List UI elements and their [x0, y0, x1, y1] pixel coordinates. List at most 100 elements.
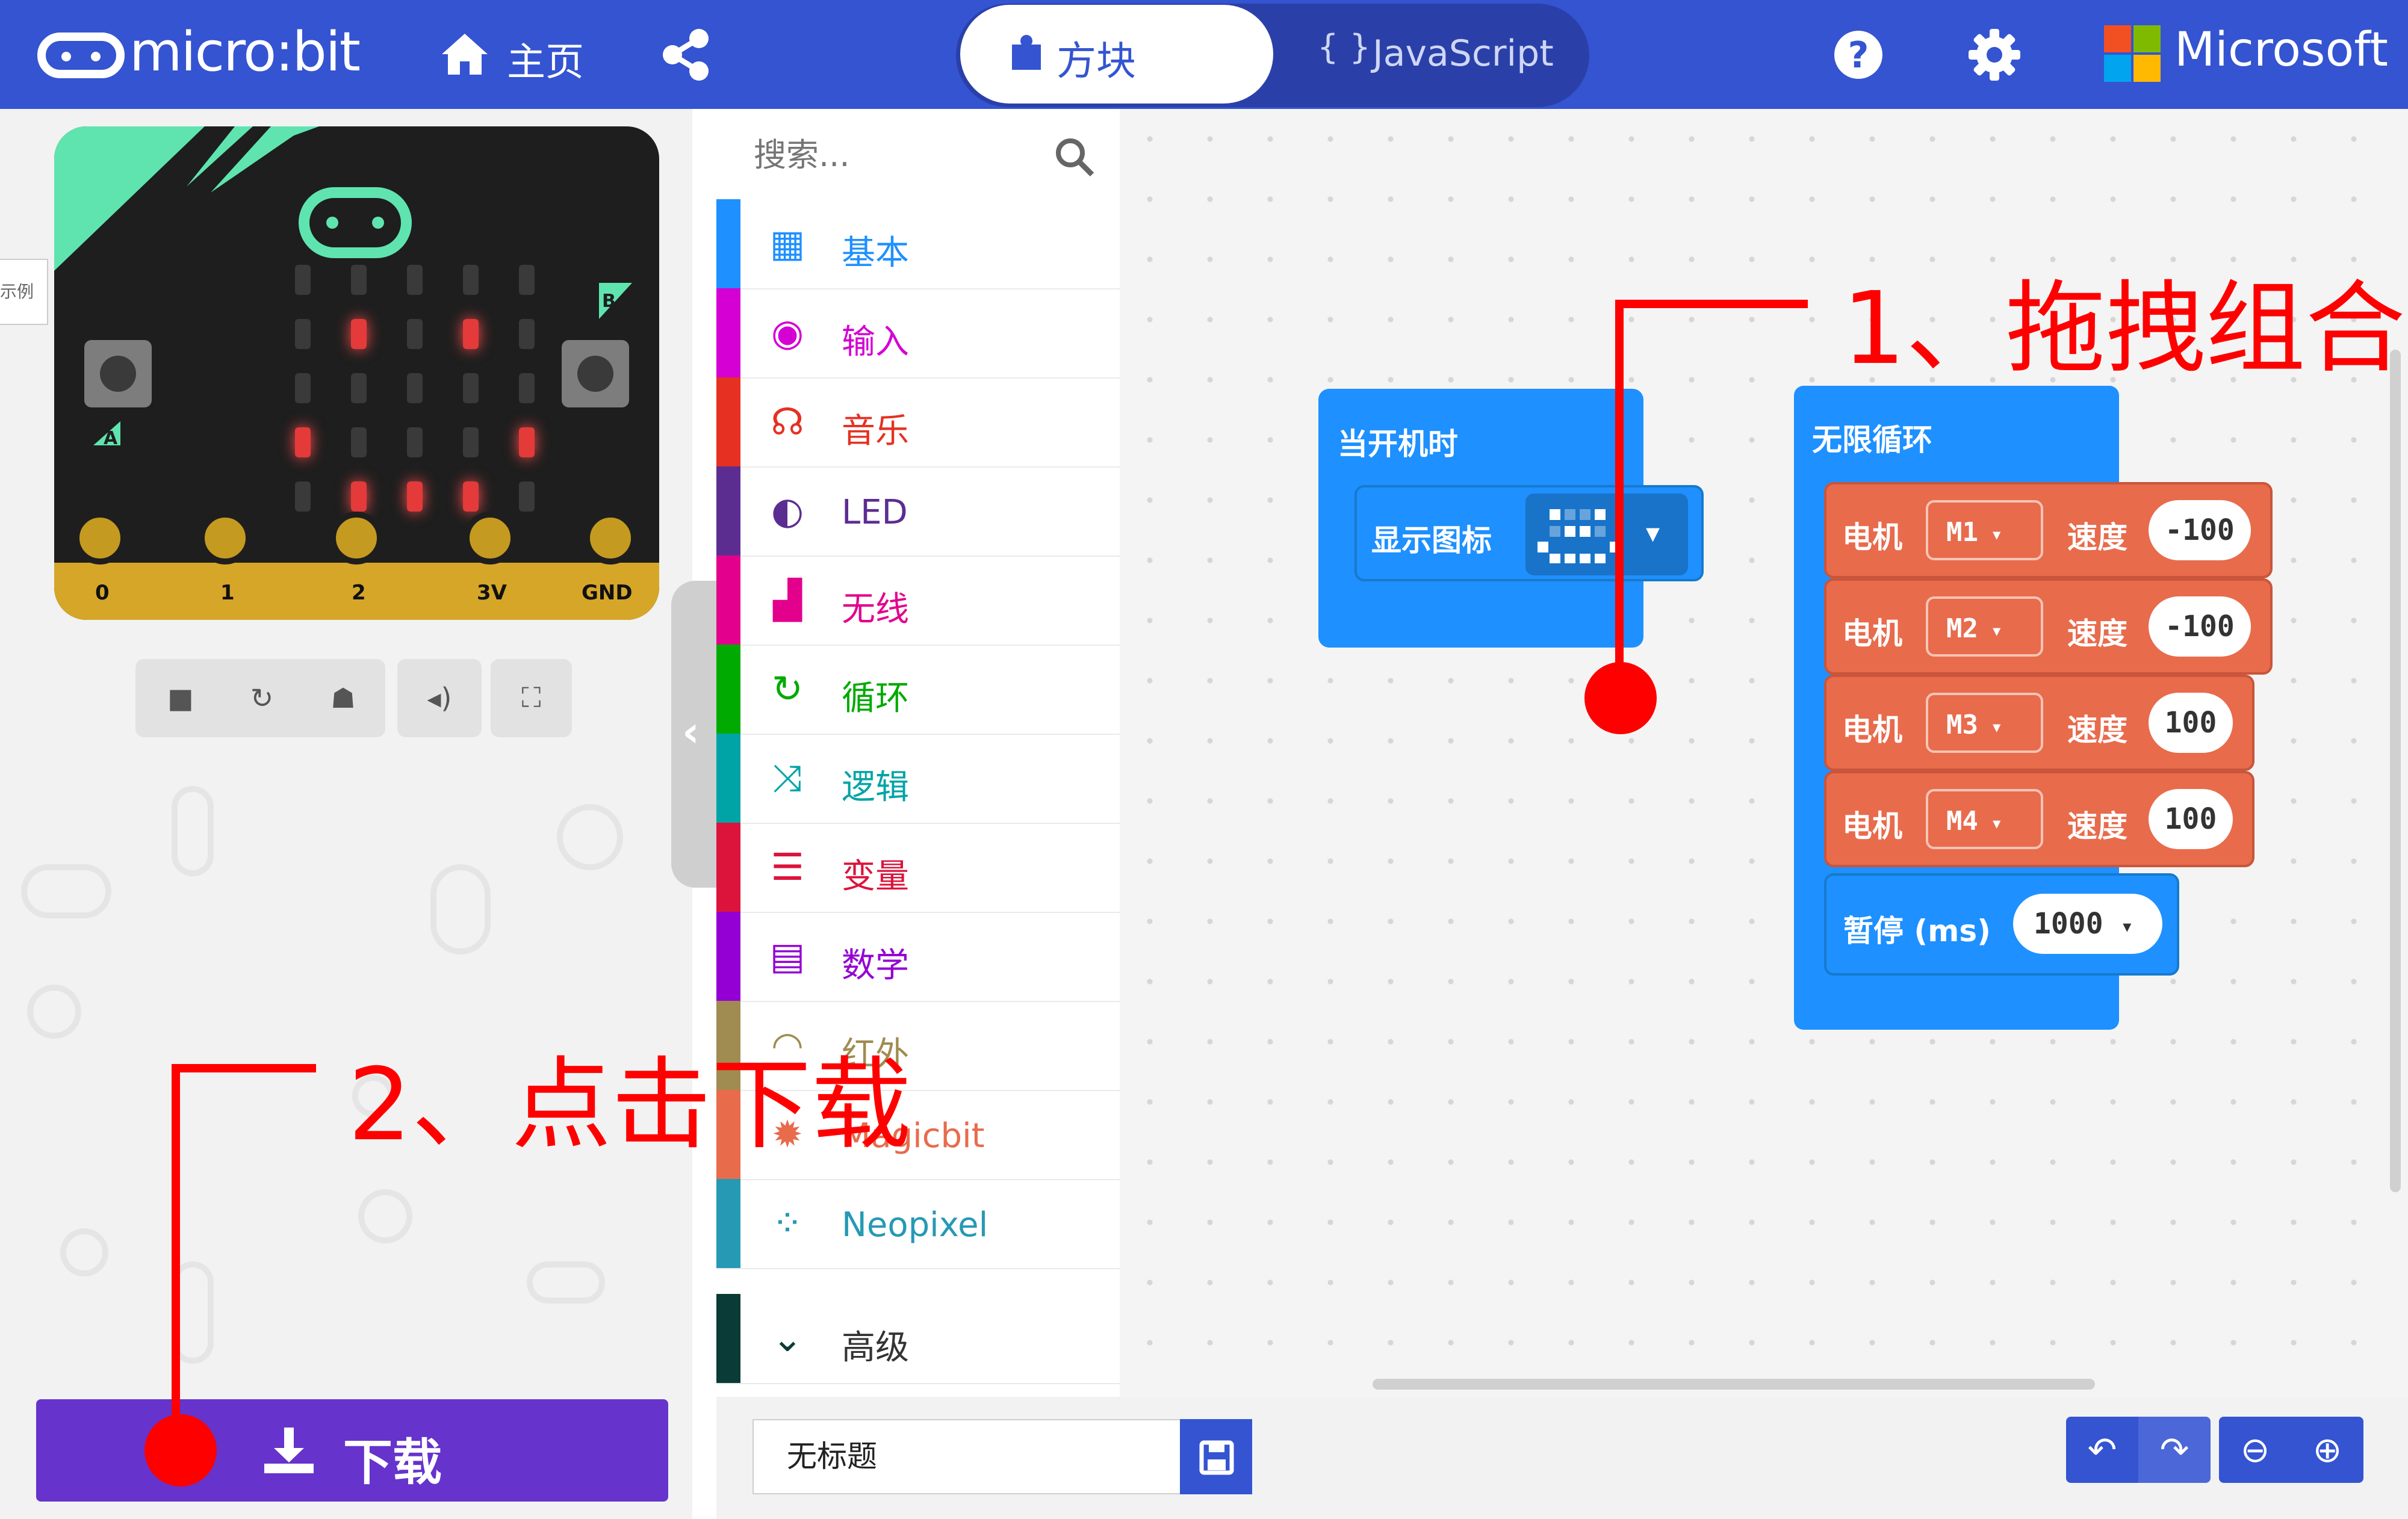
restart-icon: ↻: [250, 682, 274, 714]
search-icon[interactable]: [1054, 136, 1096, 178]
brand-title[interactable]: micro:bit: [129, 20, 361, 84]
redo-icon: ↷: [2159, 1429, 2189, 1470]
motor-block[interactable]: 电机 M1 ▾ 速度 -100: [1824, 482, 2273, 578]
category-输入[interactable]: ◉ 输入: [716, 288, 1120, 379]
microbit-simulator[interactable]: B A 0 1 2 3V GND: [54, 126, 659, 620]
pause-block[interactable]: 暂停 (ms) 1000 ▾: [1824, 873, 2179, 976]
simulator-controls: ■ ↻ ☗: [135, 659, 385, 737]
zoom-out-button[interactable]: ⊖: [2219, 1417, 2291, 1483]
tab-blocks[interactable]: 方块: [960, 5, 1273, 104]
restart-button[interactable]: ↻: [217, 659, 307, 737]
microbit-logo-icon[interactable]: [37, 32, 125, 78]
button-a[interactable]: [84, 340, 152, 407]
led-off: [351, 427, 367, 457]
redo-button[interactable]: ↷: [2138, 1417, 2211, 1483]
category-label: LED: [842, 493, 908, 532]
pause-label: 暂停 (ms): [1843, 914, 1991, 948]
motor-block[interactable]: 电机 M4 ▾ 速度 100: [1824, 771, 2254, 867]
pause-value: 1000: [2034, 907, 2103, 941]
category-label: 高级: [842, 1328, 909, 1367]
puzzle-icon: [1012, 35, 1041, 70]
led-off: [407, 319, 423, 349]
category-循环[interactable]: ↻ 循环: [716, 645, 1120, 735]
pin-0[interactable]: [73, 512, 126, 565]
caret-down-icon: ▾: [2120, 914, 2134, 939]
icon-dropdown[interactable]: ▾: [1525, 493, 1688, 575]
toolbox-collapse-handle[interactable]: ‹: [671, 581, 719, 888]
annotation-line: [172, 1064, 316, 1072]
motor-dropdown[interactable]: M1 ▾: [1926, 500, 2043, 560]
top-menu-bar: micro:bit 主页 方块 { } JavaScript ? Microso…: [0, 0, 2408, 109]
led-off: [351, 373, 367, 403]
home-icon: [442, 34, 488, 75]
category-变量[interactable]: ☰ 变量: [716, 823, 1120, 913]
category-neopixel[interactable]: ⁘ Neopixel: [716, 1179, 1120, 1269]
on-start-block[interactable]: 当开机时 显示图标 ▾: [1318, 389, 1704, 648]
category-led[interactable]: ◐ LED: [716, 466, 1120, 557]
pause-value-dropdown[interactable]: 1000 ▾: [2013, 894, 2162, 954]
forever-label: 无限循环: [1812, 422, 1932, 457]
led-on: [407, 481, 423, 512]
side-tab[interactable]: 示例: [0, 259, 48, 325]
speed-label: 速度: [2067, 616, 2127, 651]
speed-input[interactable]: -100: [2149, 500, 2251, 560]
stop-button[interactable]: ■: [135, 659, 226, 737]
undo-button[interactable]: ↶: [2066, 1417, 2138, 1483]
motor-dropdown[interactable]: M2 ▾: [1926, 596, 2043, 657]
speed-input[interactable]: -100: [2149, 596, 2251, 657]
motor-label: 电机: [1842, 809, 1902, 844]
motor-value: M2: [1946, 613, 1978, 644]
category-音乐[interactable]: ☊ 音乐: [716, 377, 1120, 468]
save-button[interactable]: [1180, 1419, 1252, 1494]
mute-icon: ◂): [427, 682, 452, 714]
motor-dropdown[interactable]: M3 ▾: [1926, 693, 2043, 753]
button-b[interactable]: [562, 340, 629, 407]
category-color-bar: [716, 466, 740, 555]
pin-2[interactable]: [330, 512, 383, 565]
category-逻辑[interactable]: ⤨ 逻辑: [716, 734, 1120, 824]
vertical-scrollbar[interactable]: [2390, 350, 2401, 1192]
motor-value: M4: [1946, 806, 1978, 837]
pin-gnd[interactable]: [584, 512, 637, 565]
share-icon[interactable]: [659, 28, 713, 82]
category-color-bar: [716, 199, 740, 288]
microsoft-logo-icon[interactable]: [2104, 25, 2161, 82]
search-input[interactable]: [752, 127, 1038, 182]
category-label: 循环: [842, 679, 909, 718]
fullscreen-button[interactable]: ⛶: [491, 659, 572, 737]
motor-label: 电机: [1842, 713, 1902, 747]
motor-label: 电机: [1842, 616, 1902, 651]
mute-button[interactable]: ◂): [397, 659, 482, 737]
motor-value: M3: [1946, 710, 1978, 740]
pin-1[interactable]: [199, 512, 252, 565]
category-label: 变量: [842, 857, 909, 896]
settings-button[interactable]: [1967, 28, 2022, 82]
project-name-input[interactable]: 无标题: [752, 1419, 1183, 1494]
show-icon-block[interactable]: 显示图标 ▾: [1354, 485, 1704, 581]
speed-label: 速度: [2067, 809, 2127, 844]
pin-3v[interactable]: [464, 512, 517, 565]
horizontal-scrollbar[interactable]: [1373, 1379, 2095, 1390]
zoom-in-button[interactable]: ⊕: [2291, 1417, 2363, 1483]
category-无线[interactable]: ▟ 无线: [716, 555, 1120, 646]
motor-block[interactable]: 电机 M3 ▾ 速度 100: [1824, 675, 2254, 771]
download-button[interactable]: 下载: [36, 1399, 668, 1502]
help-button[interactable]: ?: [1831, 28, 1885, 82]
speed-input[interactable]: 100: [2149, 789, 2233, 849]
debug-button[interactable]: ☗: [298, 659, 388, 737]
category-数学[interactable]: ▤ 数学: [716, 912, 1120, 1002]
category-label: 音乐: [842, 412, 909, 451]
led-off: [519, 373, 535, 403]
category-高级[interactable]: ⌄ 高级: [716, 1294, 1120, 1384]
microsoft-label[interactable]: Microsoft: [2174, 23, 2388, 77]
motor-dropdown[interactable]: M4 ▾: [1926, 789, 2043, 849]
chevron-down-icon: ⌄: [772, 1316, 803, 1360]
home-button[interactable]: 主页: [439, 26, 596, 85]
category-基本[interactable]: ▦ 基本: [716, 199, 1120, 289]
annotation-step2: 2、点击下载: [348, 1047, 911, 1163]
speed-input[interactable]: 100: [2149, 693, 2233, 753]
led-on: [351, 319, 367, 349]
motor-block[interactable]: 电机 M2 ▾ 速度 -100: [1824, 578, 2273, 675]
tab-javascript[interactable]: { } JavaScript: [1306, 24, 1583, 84]
category-label: 基本: [842, 234, 909, 273]
